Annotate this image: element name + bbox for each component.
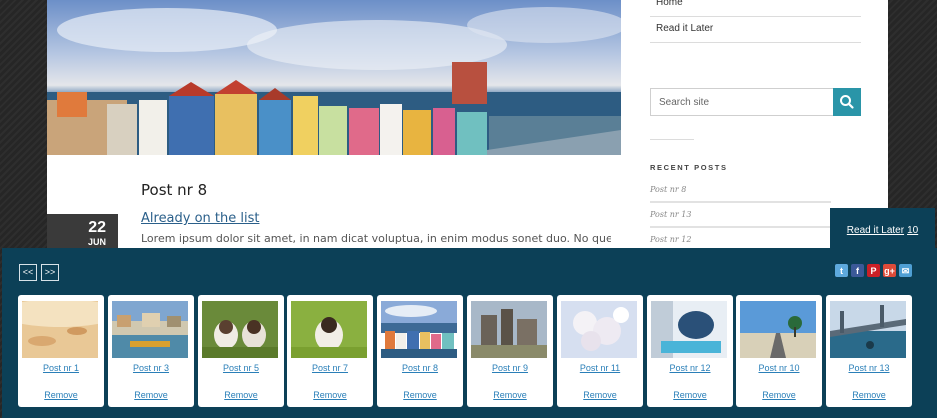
saved-post-title-link[interactable]: Post nr 10 <box>736 363 822 373</box>
post-thumbnail[interactable] <box>471 301 547 358</box>
saved-post-title-link[interactable]: Post nr 1 <box>18 363 104 373</box>
sidebar-item-read-it-later[interactable]: Read it Later <box>650 17 861 43</box>
post-thumbnail[interactable] <box>651 301 727 358</box>
remove-link[interactable]: Remove <box>108 390 194 400</box>
date-month: JUN <box>87 237 106 247</box>
saved-post-title-link[interactable]: Post nr 5 <box>198 363 284 373</box>
post-thumbnail[interactable] <box>381 301 457 358</box>
svg-text:t: t <box>840 266 843 276</box>
read-it-later-tab-label[interactable]: Read it Later <box>847 225 904 236</box>
saved-post-card: Post nr 12 Remove <box>647 295 733 407</box>
post-title: Post nr 8 <box>141 181 208 199</box>
svg-text:g+: g+ <box>884 266 895 276</box>
pinterest-icon[interactable]: P <box>867 264 880 277</box>
prev-button[interactable]: << <box>19 264 37 281</box>
search-icon <box>840 95 854 109</box>
saved-post-title-link[interactable]: Post nr 9 <box>467 363 553 373</box>
post-thumbnail[interactable] <box>291 301 367 358</box>
saved-post-title-link[interactable]: Post nr 13 <box>826 363 912 373</box>
saved-post-title-link[interactable]: Post nr 12 <box>647 363 733 373</box>
remove-link[interactable]: Remove <box>826 390 912 400</box>
post-excerpt: Lorem ipsum dolor sit amet, in nam dicat… <box>141 232 611 245</box>
post-thumbnail[interactable] <box>22 301 98 358</box>
search-input[interactable] <box>651 89 833 115</box>
facebook-icon[interactable]: f <box>851 264 864 277</box>
saved-post-card: Post nr 3 Remove <box>108 295 194 407</box>
saved-post-title-link[interactable]: Post nr 7 <box>287 363 373 373</box>
post-thumbnail[interactable] <box>830 301 906 358</box>
divider <box>650 139 694 140</box>
post-thumbnail[interactable] <box>740 301 816 358</box>
svg-text:f: f <box>856 266 860 276</box>
recent-post-item[interactable]: Post nr 13 <box>650 206 831 228</box>
svg-text:✉: ✉ <box>902 266 910 276</box>
hero-image <box>47 0 621 155</box>
post-thumbnail[interactable] <box>112 301 188 358</box>
saved-post-card: Post nr 5 Remove <box>198 295 284 407</box>
search-form <box>650 88 861 116</box>
twitter-icon[interactable]: t <box>835 264 848 277</box>
remove-link[interactable]: Remove <box>647 390 733 400</box>
saved-post-card: Post nr 10 Remove <box>736 295 822 407</box>
recent-posts-heading: RECENT POSTS <box>650 163 728 172</box>
post-thumbnail[interactable] <box>202 301 278 358</box>
sidebar-item-home[interactable]: Home <box>650 0 861 17</box>
email-icon[interactable]: ✉ <box>899 264 912 277</box>
remove-link[interactable]: Remove <box>287 390 373 400</box>
post-thumbnail[interactable] <box>561 301 637 358</box>
remove-link[interactable]: Remove <box>377 390 463 400</box>
post-content: Post nr 8 Already on the list Lorem ipsu… <box>47 155 621 260</box>
saved-post-title-link[interactable]: Post nr 3 <box>108 363 194 373</box>
saved-post-card: Post nr 9 Remove <box>467 295 553 407</box>
saved-post-title-link[interactable]: Post nr 8 <box>377 363 463 373</box>
read-it-later-count[interactable]: 10 <box>907 225 918 236</box>
google-plus-icon[interactable]: g+ <box>883 264 896 277</box>
next-button[interactable]: >> <box>41 264 59 281</box>
search-button[interactable] <box>833 88 861 116</box>
remove-link[interactable]: Remove <box>198 390 284 400</box>
remove-link[interactable]: Remove <box>18 390 104 400</box>
date-day: 22 <box>88 219 106 236</box>
recent-post-item[interactable]: Post nr 8 <box>650 181 831 203</box>
saved-post-card: Post nr 1 Remove <box>18 295 104 407</box>
read-it-later-tab[interactable]: Read it Later 10 <box>830 208 935 250</box>
saved-post-card: Post nr 7 Remove <box>287 295 373 407</box>
remove-link[interactable]: Remove <box>736 390 822 400</box>
remove-link[interactable]: Remove <box>557 390 643 400</box>
saved-post-card: Post nr 11 Remove <box>557 295 643 407</box>
remove-link[interactable]: Remove <box>467 390 553 400</box>
read-it-later-bar: << >> t f Pg+ ✉ Post nr 1 Remove Post nr 3 Rem… <box>2 248 937 418</box>
saved-post-card: Post nr 8 Remove <box>377 295 463 407</box>
svg-text:P: P <box>870 266 876 276</box>
already-on-list-link[interactable]: Already on the list <box>141 211 260 226</box>
saved-post-card: Post nr 13 Remove <box>826 295 912 407</box>
blog-page: Post nr 8 Already on the list Lorem ipsu… <box>47 0 888 260</box>
saved-post-title-link[interactable]: Post nr 11 <box>557 363 643 373</box>
